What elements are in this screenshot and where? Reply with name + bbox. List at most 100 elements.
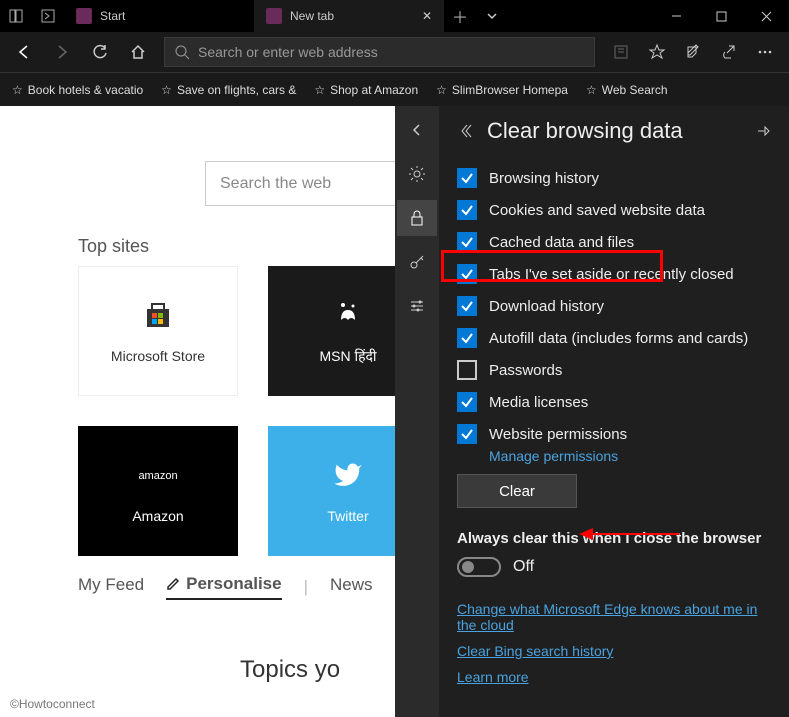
tab-menu-icon[interactable]: [476, 0, 508, 32]
pencil-icon: [166, 577, 180, 591]
checkbox[interactable]: [457, 168, 477, 188]
tab-label: New tab: [290, 9, 334, 23]
minimize-button[interactable]: [654, 0, 699, 32]
tile-amazon[interactable]: amazon Amazon: [78, 426, 238, 556]
checkbox-label: Browsing history: [489, 170, 599, 187]
manage-permissions-link[interactable]: Manage permissions: [489, 448, 771, 464]
home-button[interactable]: [120, 34, 156, 70]
favorite-item[interactable]: ☆SlimBrowser Homepa: [430, 83, 574, 97]
back-chevron-icon[interactable]: [397, 112, 437, 148]
feed-tab-news[interactable]: News: [330, 575, 373, 599]
favorites-bar: ☆Book hotels & vacatio ☆Save on flights,…: [0, 72, 789, 106]
feed-tabs: My Feed Personalise | News E: [78, 574, 406, 600]
tile-label: MSN हिंदी: [319, 347, 376, 366]
star-icon: ☆: [314, 83, 325, 97]
feed-tab-personalise[interactable]: Personalise: [166, 574, 281, 600]
close-tab-icon[interactable]: ✕: [422, 9, 432, 23]
change-edge-link[interactable]: Change what Microsoft Edge knows about m…: [457, 601, 771, 633]
favorite-item[interactable]: ☆Shop at Amazon: [308, 83, 424, 97]
notes-icon[interactable]: [675, 34, 711, 70]
checkbox-label: Media licenses: [489, 394, 588, 411]
checkbox-row[interactable]: Cookies and saved website data: [457, 194, 771, 226]
learn-more-link[interactable]: Learn more: [457, 669, 771, 685]
passwords-key-icon[interactable]: [397, 244, 437, 280]
annotation-arrow: [579, 524, 679, 544]
back-button[interactable]: [6, 34, 42, 70]
star-icon: ☆: [436, 83, 447, 97]
checkbox[interactable]: [457, 392, 477, 412]
clear-bing-link[interactable]: Clear Bing search history: [457, 643, 771, 659]
checkbox[interactable]: [457, 296, 477, 316]
collapse-chevron-icon[interactable]: [457, 123, 473, 139]
new-tab-button[interactable]: ＋: [444, 0, 476, 32]
maximize-button[interactable]: [699, 0, 744, 32]
checkbox-label: Cached data and files: [489, 234, 634, 251]
checkbox[interactable]: [457, 232, 477, 252]
checkbox[interactable]: [457, 264, 477, 284]
refresh-button[interactable]: [82, 34, 118, 70]
watermark: ©Howtoconnect: [10, 697, 95, 711]
checkbox[interactable]: [457, 200, 477, 220]
checkbox-label: Autofill data (includes forms and cards): [489, 330, 748, 347]
tab-label: Start: [100, 9, 125, 23]
topsites-grid: Microsoft Store MSN हिंदी amazon Amazon …: [78, 266, 428, 556]
feed-tab-myfeed[interactable]: My Feed: [78, 575, 144, 599]
checkbox-row[interactable]: Passwords: [457, 354, 771, 386]
window-titlebar: Start New tab ✕ ＋: [0, 0, 789, 32]
checkbox-label: Passwords: [489, 362, 562, 379]
checkbox[interactable]: [457, 328, 477, 348]
twitter-icon: [330, 458, 366, 494]
address-bar[interactable]: Search or enter web address: [164, 37, 595, 67]
clear-button[interactable]: Clear: [457, 474, 577, 508]
msn-icon: [330, 297, 366, 333]
tile-label: Amazon: [132, 508, 183, 524]
tab-favicon: [76, 8, 92, 24]
tile-microsoft-store[interactable]: Microsoft Store: [78, 266, 238, 396]
topics-heading: Topics yo: [240, 656, 340, 684]
tile-label: Microsoft Store: [111, 348, 205, 364]
checkbox-row[interactable]: Download history: [457, 290, 771, 322]
star-icon: ☆: [161, 83, 172, 97]
favorite-item[interactable]: ☆Web Search: [580, 83, 674, 97]
close-window-button[interactable]: [744, 0, 789, 32]
reading-view-icon[interactable]: [603, 34, 639, 70]
checkbox-row[interactable]: Tabs I've set aside or recently closed: [457, 258, 771, 290]
clear-browsing-data-panel: Clear browsing data Browsing historyCook…: [439, 106, 789, 717]
settings-sidestrip: [395, 106, 439, 717]
navigation-bar: Search or enter web address: [0, 32, 789, 72]
star-icon: ☆: [12, 83, 23, 97]
share-icon[interactable]: [711, 34, 747, 70]
checkbox-row[interactable]: Media licenses: [457, 386, 771, 418]
set-aside-icon[interactable]: [32, 0, 64, 32]
more-menu-icon[interactable]: [747, 34, 783, 70]
favorite-item[interactable]: ☆Book hotels & vacatio: [6, 83, 149, 97]
checkbox-row[interactable]: Website permissions: [457, 418, 771, 450]
search-icon: [175, 45, 190, 60]
star-icon: ☆: [586, 83, 597, 97]
checkbox-row[interactable]: Autofill data (includes forms and cards): [457, 322, 771, 354]
gear-icon[interactable]: [397, 156, 437, 192]
tile-label: Twitter: [327, 508, 368, 524]
address-placeholder: Search or enter web address: [198, 44, 378, 60]
checkbox[interactable]: [457, 360, 477, 380]
advanced-sliders-icon[interactable]: [397, 288, 437, 324]
store-icon: [140, 298, 176, 334]
tab-start[interactable]: Start: [64, 0, 254, 32]
checkbox-row[interactable]: Browsing history: [457, 162, 771, 194]
favorite-item[interactable]: ☆Save on flights, cars &: [155, 83, 302, 97]
checkbox-label: Tabs I've set aside or recently closed: [489, 266, 734, 283]
search-placeholder: Search the web: [220, 175, 331, 193]
checkbox[interactable]: [457, 424, 477, 444]
sidebar-toggle-icon[interactable]: [0, 0, 32, 32]
favorite-star-icon[interactable]: [639, 34, 675, 70]
checkbox-label: Download history: [489, 298, 604, 315]
privacy-lock-icon[interactable]: [397, 200, 437, 236]
checkbox-row[interactable]: Cached data and files: [457, 226, 771, 258]
checkbox-label: Cookies and saved website data: [489, 202, 705, 219]
tab-favicon: [266, 8, 282, 24]
tab-new-tab[interactable]: New tab ✕: [254, 0, 444, 32]
always-clear-toggle[interactable]: [457, 557, 501, 577]
page-content: Search the web Top sites Microsoft Store…: [0, 106, 789, 717]
pin-icon[interactable]: [755, 123, 771, 139]
forward-button[interactable]: [44, 34, 80, 70]
